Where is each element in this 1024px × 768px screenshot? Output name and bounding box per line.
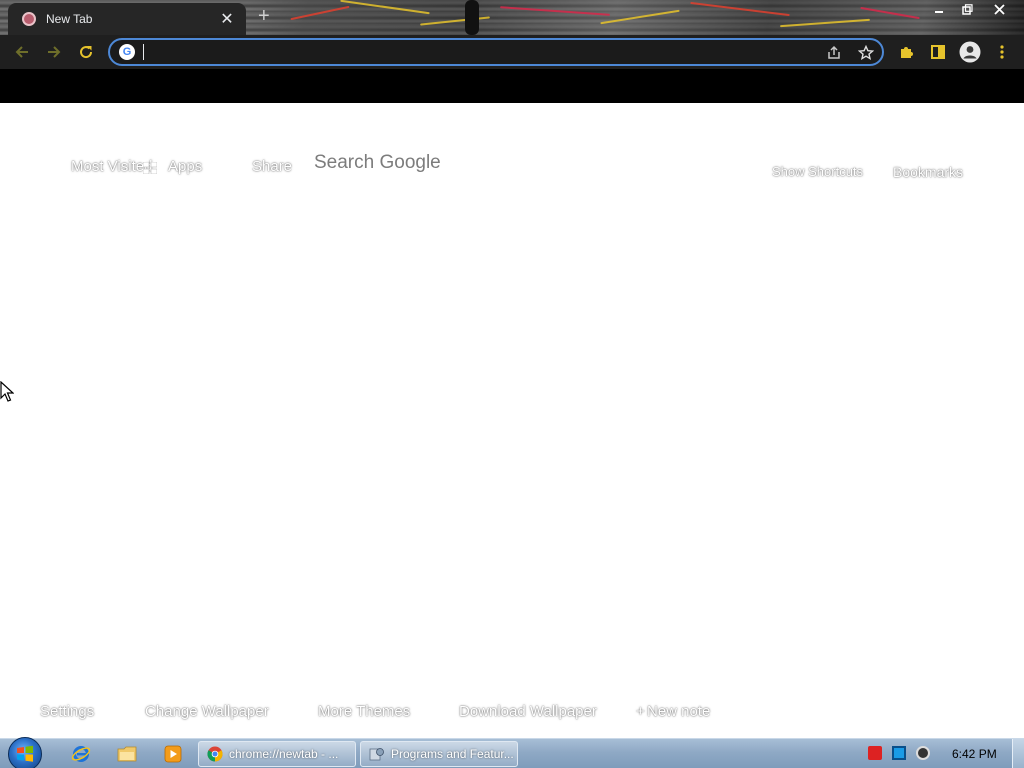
mouse-cursor-icon: [0, 380, 15, 408]
programs-features-icon: [369, 748, 384, 761]
theme-scribble: [340, 0, 430, 15]
grid-icon: [142, 161, 158, 175]
chrome-icon: [207, 746, 223, 762]
most-visited-link[interactable]: Most Visited: [71, 158, 152, 175]
theme-dark-stroke: [465, 0, 479, 35]
tray-network-icon[interactable]: [892, 746, 906, 760]
forward-arrow-icon[interactable]: [41, 39, 67, 65]
theme-scribble: [420, 16, 490, 26]
share-icon[interactable]: [824, 43, 844, 63]
media-player-icon[interactable]: [160, 742, 186, 766]
star-icon[interactable]: [856, 43, 876, 63]
browser-tab[interactable]: New Tab ✕: [8, 3, 246, 35]
title-bar: New Tab ✕ +: [0, 0, 1024, 35]
text-caret: [143, 44, 144, 60]
theme-scribble: [780, 18, 870, 28]
show-desktop-button[interactable]: [1012, 739, 1024, 768]
taskbar-chrome-window[interactable]: chrome://newtab - ...: [198, 741, 356, 767]
address-bar[interactable]: G: [108, 38, 884, 66]
address-input[interactable]: [142, 43, 802, 61]
theme-scribble: [290, 5, 350, 21]
restore-icon[interactable]: [952, 0, 982, 18]
new-note-link[interactable]: New note: [647, 703, 710, 720]
more-themes-link[interactable]: More Themes: [318, 703, 410, 720]
profile-avatar-icon[interactable]: [957, 39, 983, 65]
google-g-icon: G: [119, 44, 135, 60]
tab-close-icon[interactable]: ✕: [218, 10, 236, 28]
back-arrow-icon[interactable]: [9, 39, 35, 65]
search-google-label[interactable]: Search Google: [314, 152, 441, 174]
side-panel-icon[interactable]: [925, 39, 951, 65]
tab-favicon-icon: [22, 12, 36, 26]
tray-flag-icon[interactable]: [868, 746, 882, 760]
download-wallpaper-link[interactable]: Download Wallpaper: [459, 703, 597, 720]
browser-toolbar: G: [0, 35, 1024, 69]
tray-volume-icon[interactable]: [916, 746, 930, 760]
theme-scribble: [860, 6, 920, 20]
new-note-plus-icon[interactable]: +: [636, 703, 645, 720]
taskbar-programs-window[interactable]: Programs and Featur...: [360, 741, 518, 767]
theme-scribble: [600, 9, 680, 25]
taskbar-programs-label: Programs and Featur...: [391, 747, 514, 761]
theme-scribble: [690, 1, 790, 17]
share-link[interactable]: Share: [252, 158, 292, 175]
show-shortcuts-link[interactable]: Show Shortcuts: [772, 164, 863, 179]
taskbar-clock[interactable]: 6:42 PM: [952, 747, 997, 761]
menu-dots-icon[interactable]: [989, 39, 1015, 65]
extensions-puzzle-icon[interactable]: [893, 39, 919, 65]
settings-link[interactable]: Settings: [40, 703, 94, 720]
windows-start-orb-icon[interactable]: [8, 737, 42, 768]
new-tab-plus-icon[interactable]: +: [258, 6, 270, 26]
theme-scribble: [500, 6, 610, 16]
apps-link[interactable]: Apps: [168, 158, 202, 175]
bookmarks-link[interactable]: Bookmarks: [893, 164, 963, 180]
reload-icon[interactable]: [73, 39, 99, 65]
tab-title: New Tab: [46, 12, 93, 26]
minimize-icon[interactable]: [924, 0, 954, 18]
windows-taskbar: chrome://newtab - ... Programs and Featu…: [0, 737, 1024, 768]
internet-explorer-icon[interactable]: [68, 742, 94, 766]
bookmarks-area: [0, 69, 1024, 103]
close-window-icon[interactable]: [984, 0, 1014, 18]
change-wallpaper-link[interactable]: Change Wallpaper: [145, 703, 269, 720]
taskbar-chrome-label: chrome://newtab - ...: [229, 747, 339, 761]
folder-icon[interactable]: [114, 742, 140, 766]
